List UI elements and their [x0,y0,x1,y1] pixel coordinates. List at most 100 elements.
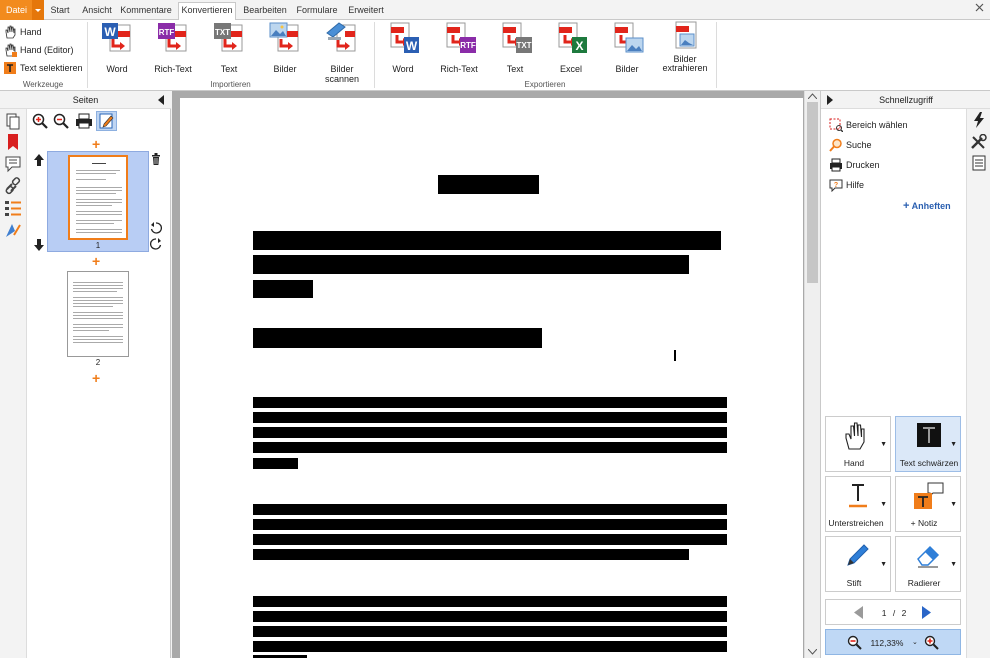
collapse-left-icon[interactable] [157,95,165,105]
import-text-button[interactable]: TXT Text [206,21,252,74]
redact-text-button[interactable]: Text schwärzen ▼ [895,416,961,472]
rtf-export-icon: RTF [442,21,476,55]
zoom-out-icon[interactable] [847,635,862,650]
tab-formulare[interactable]: Formulare [294,3,340,20]
insert-page-before-2[interactable]: + [92,254,100,268]
pin-button[interactable]: + Anheften [903,200,951,212]
select-text-tool[interactable]: Text selektieren [3,59,83,76]
delete-page-icon[interactable] [151,153,161,165]
quick-search[interactable]: Suche [829,138,872,152]
tab-konvertieren[interactable]: Konvertieren [178,2,236,21]
pages-pane-header: Seiten [0,91,171,109]
quick-select-area[interactable]: Bereich wählen [829,118,908,132]
tab-datei[interactable]: Datei [0,0,44,20]
page-thumb-1-selected[interactable]: 1 [47,151,149,252]
signature-icon[interactable] [4,221,22,239]
pages-icon[interactable] [4,112,22,130]
current-page[interactable]: 1 [882,608,887,618]
pen-label: Stift [846,578,862,588]
zoom-out-thumbs-icon[interactable] [53,113,69,129]
page-indicator[interactable]: 1 / 2 [872,608,916,618]
next-page-icon[interactable] [922,606,931,619]
group-exportieren-label: Exportieren [524,80,566,89]
menu-bar: Datei Start Ansicht Kommentare Konvertie… [0,0,990,21]
hand-tool-button[interactable]: Hand ▼ [825,416,891,472]
eraser-dropdown[interactable]: ▼ [950,561,957,568]
lightning-icon[interactable] [972,112,986,128]
underline-button[interactable]: Unterstreichen ▼ [825,476,891,532]
quick-print[interactable]: Drucken [829,158,880,172]
pen-dropdown[interactable]: ▼ [880,561,887,568]
document-page[interactable] [180,98,803,658]
tab-erweitert[interactable]: Erweitert [345,3,387,20]
tools-icon[interactable] [970,134,988,150]
datei-dropdown-arrow[interactable] [32,0,44,20]
scroll-down-arrow[interactable] [808,649,817,655]
import-scan-button[interactable]: Bilder scannen [314,21,370,84]
document-properties-icon[interactable] [972,155,986,171]
add-note-label: + Notiz [910,518,938,528]
underline-dropdown[interactable]: ▼ [880,501,887,508]
export-rtf-label: Rich-Text [440,64,478,74]
tab-start[interactable]: Start [46,3,74,20]
scroll-up-arrow[interactable] [808,93,817,99]
hand-tool-dropdown[interactable]: ▼ [880,441,887,448]
move-page-down-icon[interactable] [34,239,44,251]
layers-list-icon[interactable] [4,199,22,217]
import-rtf-button[interactable]: RTF Rich-Text [150,21,196,74]
export-text-label: Text [506,64,524,74]
export-word-button[interactable]: W Word [380,21,426,74]
print-label: Drucken [846,160,880,170]
print-thumbs-icon[interactable] [75,113,93,129]
redact-text-dropdown[interactable]: ▼ [950,441,957,448]
redact-text-icon [917,423,941,447]
insert-page-before-1[interactable]: + [92,137,100,151]
export-excel-button[interactable]: X Excel [548,21,594,74]
edit-pages-button[interactable] [96,111,117,131]
import-word-button[interactable]: W Word [94,21,140,74]
zoom-in-thumbs-icon[interactable] [32,113,48,129]
import-word-label: Word [106,64,128,74]
export-rtf-button[interactable]: RTF Rich-Text [436,21,482,74]
add-note-button[interactable]: + Notiz ▼ [895,476,961,532]
zoom-in-icon[interactable] [924,635,939,650]
zoom-dropdown-icon[interactable]: ⌄ [912,638,918,646]
quick-help[interactable]: ? Hilfe [829,178,864,192]
hand-icon [3,25,17,39]
eraser-button[interactable]: Radierer ▼ [895,536,961,592]
insert-page-after-2[interactable]: + [92,371,100,385]
rotate-right-icon[interactable] [150,238,162,250]
redact-text-label: Text schwärzen [899,458,959,468]
underline-icon [846,483,870,509]
txt-export-icon: TXT [498,21,532,55]
extract-images-button[interactable]: Bilder extrahieren [658,21,712,73]
document-view[interactable] [172,91,820,658]
zoom-level[interactable]: 112,33% [868,638,906,648]
link-icon[interactable] [4,177,22,195]
hand-tool[interactable]: Hand [3,23,42,40]
add-note-dropdown[interactable]: ▼ [950,501,957,508]
ribbon-separator [374,22,375,88]
rotate-left-icon[interactable] [150,222,162,234]
page-thumbnail-1 [68,155,128,240]
collapse-right-icon[interactable] [826,95,834,105]
word-import-icon: W [100,21,134,55]
page-thumbnail-2[interactable] [67,271,129,357]
vertical-scrollbar[interactable] [804,91,820,658]
pen-button[interactable]: Stift ▼ [825,536,891,592]
bookmark-icon[interactable] [4,133,22,151]
move-page-up-icon[interactable] [34,154,44,166]
prev-page-icon[interactable] [854,606,863,619]
close-icon[interactable] [975,3,984,12]
hand-editor-tool[interactable]: Hand (Editor) [3,41,74,58]
tab-kommentare[interactable]: Kommentare [120,3,172,20]
redaction-block [253,626,727,637]
scroll-thumb[interactable] [807,102,818,283]
tab-bearbeiten[interactable]: Bearbeiten [241,3,289,20]
comment-icon[interactable] [4,155,22,173]
export-images-button[interactable]: Bilder [604,21,650,74]
export-text-button[interactable]: TXT Text [492,21,538,74]
import-images-button[interactable]: Bilder [262,21,308,74]
tab-ansicht[interactable]: Ansicht [80,3,114,20]
svg-text:?: ? [834,182,838,189]
